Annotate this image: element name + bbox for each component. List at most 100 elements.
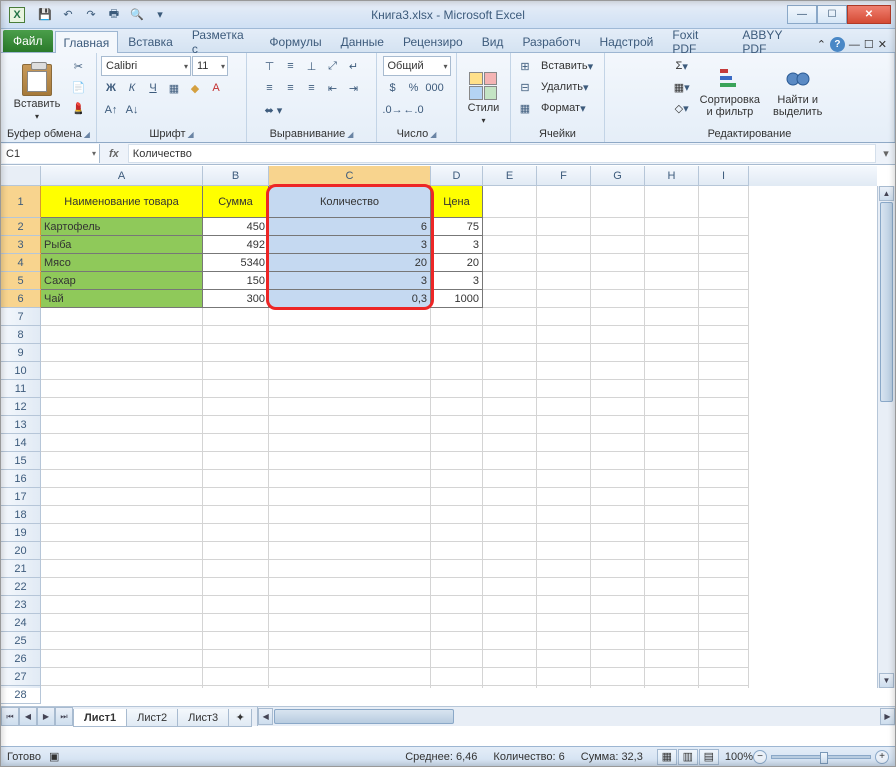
orientation-button[interactable]: ⤢: [323, 56, 343, 76]
cell[interactable]: [699, 254, 749, 272]
cell[interactable]: [645, 650, 699, 668]
cell[interactable]: [483, 506, 537, 524]
cell[interactable]: [699, 560, 749, 578]
cell[interactable]: 20: [431, 254, 483, 272]
cell[interactable]: [645, 488, 699, 506]
tab-addins[interactable]: Надстрой: [590, 30, 662, 52]
cell[interactable]: [203, 506, 269, 524]
cell[interactable]: [483, 380, 537, 398]
doc-restore-button[interactable]: ☐: [864, 38, 874, 51]
align-center-button[interactable]: ≡: [281, 78, 301, 98]
percent-button[interactable]: %: [404, 78, 424, 98]
zoom-in-button[interactable]: +: [875, 750, 889, 764]
format-cells-button[interactable]: Формат ▾: [536, 98, 591, 118]
cell[interactable]: [41, 398, 203, 416]
scroll-left-button[interactable]: ◀: [258, 708, 273, 725]
cell[interactable]: [699, 650, 749, 668]
cell[interactable]: [591, 632, 645, 650]
cell[interactable]: [537, 272, 591, 290]
cell[interactable]: [203, 416, 269, 434]
cell[interactable]: [699, 614, 749, 632]
cell[interactable]: [203, 560, 269, 578]
cell[interactable]: [203, 380, 269, 398]
cell[interactable]: [431, 380, 483, 398]
row-header-4[interactable]: 4: [1, 254, 41, 272]
macro-record-icon[interactable]: ▣: [49, 750, 59, 763]
cell[interactable]: [537, 218, 591, 236]
cell[interactable]: [537, 434, 591, 452]
cell[interactable]: [645, 524, 699, 542]
select-all-corner[interactable]: [1, 166, 41, 186]
zoom-slider[interactable]: − +: [753, 750, 889, 764]
cell[interactable]: 3: [431, 236, 483, 254]
cell[interactable]: [203, 686, 269, 688]
cell[interactable]: [699, 308, 749, 326]
cell[interactable]: 150: [203, 272, 269, 290]
wrap-text-button[interactable]: ↵: [344, 56, 364, 76]
cell[interactable]: [699, 452, 749, 470]
maximize-button[interactable]: ☐: [817, 5, 847, 24]
cell[interactable]: [537, 380, 591, 398]
cell[interactable]: [483, 560, 537, 578]
next-sheet-button[interactable]: ▶: [37, 707, 55, 726]
col-header-A[interactable]: A: [41, 166, 203, 186]
cell[interactable]: 1000: [431, 290, 483, 308]
shrink-font-button[interactable]: A↓: [122, 100, 142, 120]
cell[interactable]: [483, 632, 537, 650]
cell[interactable]: [431, 578, 483, 596]
cell[interactable]: [591, 326, 645, 344]
cell[interactable]: [483, 290, 537, 308]
cell[interactable]: [591, 254, 645, 272]
tab-view[interactable]: Вид: [473, 30, 513, 52]
row-header-21[interactable]: 21: [1, 560, 41, 578]
cell[interactable]: [537, 308, 591, 326]
cell[interactable]: [431, 434, 483, 452]
cell[interactable]: [699, 470, 749, 488]
zoom-track[interactable]: [771, 755, 871, 759]
cell[interactable]: [269, 614, 431, 632]
row-header-11[interactable]: 11: [1, 380, 41, 398]
formula-expand-button[interactable]: ▾: [877, 143, 895, 164]
cell[interactable]: [431, 362, 483, 380]
cell[interactable]: [591, 236, 645, 254]
doc-close-button[interactable]: ✕: [878, 38, 887, 51]
cell[interactable]: [483, 668, 537, 686]
cell[interactable]: [269, 362, 431, 380]
cell[interactable]: [203, 542, 269, 560]
cell[interactable]: [645, 668, 699, 686]
border-button[interactable]: ▦: [164, 78, 184, 98]
cell[interactable]: [699, 506, 749, 524]
row-header-10[interactable]: 10: [1, 362, 41, 380]
row-header-7[interactable]: 7: [1, 308, 41, 326]
cell[interactable]: [483, 362, 537, 380]
cell[interactable]: [483, 344, 537, 362]
cell[interactable]: [591, 524, 645, 542]
cell[interactable]: [645, 614, 699, 632]
clear-button[interactable]: ◇ ▾: [672, 98, 692, 118]
row-header-25[interactable]: 25: [1, 632, 41, 650]
cell[interactable]: [41, 560, 203, 578]
prev-sheet-button[interactable]: ◀: [19, 707, 37, 726]
cell[interactable]: [591, 290, 645, 308]
cell[interactable]: [591, 452, 645, 470]
row-header-3[interactable]: 3: [1, 236, 41, 254]
cell[interactable]: [699, 668, 749, 686]
dialog-launcher-icon[interactable]: ◢: [347, 130, 353, 139]
cell[interactable]: [269, 398, 431, 416]
col-header-C[interactable]: C: [269, 166, 431, 186]
cell[interactable]: [41, 326, 203, 344]
cell[interactable]: [269, 596, 431, 614]
cell[interactable]: [537, 506, 591, 524]
scroll-thumb[interactable]: [880, 202, 893, 402]
cell[interactable]: [483, 308, 537, 326]
row-header-9[interactable]: 9: [1, 344, 41, 362]
col-header-B[interactable]: B: [203, 166, 269, 186]
font-name-select[interactable]: Calibri: [101, 56, 191, 76]
cell[interactable]: [537, 542, 591, 560]
ribbon-minimize-icon[interactable]: ⌃: [817, 38, 826, 51]
cell[interactable]: [591, 416, 645, 434]
cell[interactable]: [483, 542, 537, 560]
cell[interactable]: [537, 236, 591, 254]
cell[interactable]: [41, 470, 203, 488]
fx-icon[interactable]: fx: [109, 148, 119, 160]
